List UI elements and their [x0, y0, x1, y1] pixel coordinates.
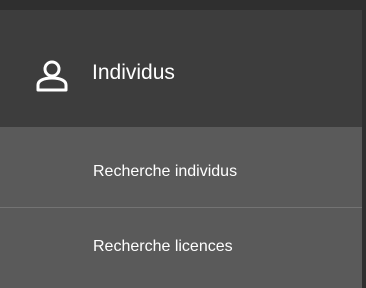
submenu-item-label: Recherche individus	[93, 163, 238, 180]
submenu: Recherche individus Recherche licences	[0, 127, 366, 288]
top-strip	[0, 0, 366, 10]
nav-section-individus[interactable]: Individus	[0, 10, 366, 127]
submenu-item-label: Recherche licences	[93, 238, 233, 255]
nav-section-title: Individus	[92, 61, 175, 84]
submenu-item-recherche-individus[interactable]: Recherche individus	[0, 127, 362, 207]
submenu-item-recherche-licences[interactable]: Recherche licences	[0, 208, 362, 288]
user-outline-icon	[32, 56, 72, 96]
